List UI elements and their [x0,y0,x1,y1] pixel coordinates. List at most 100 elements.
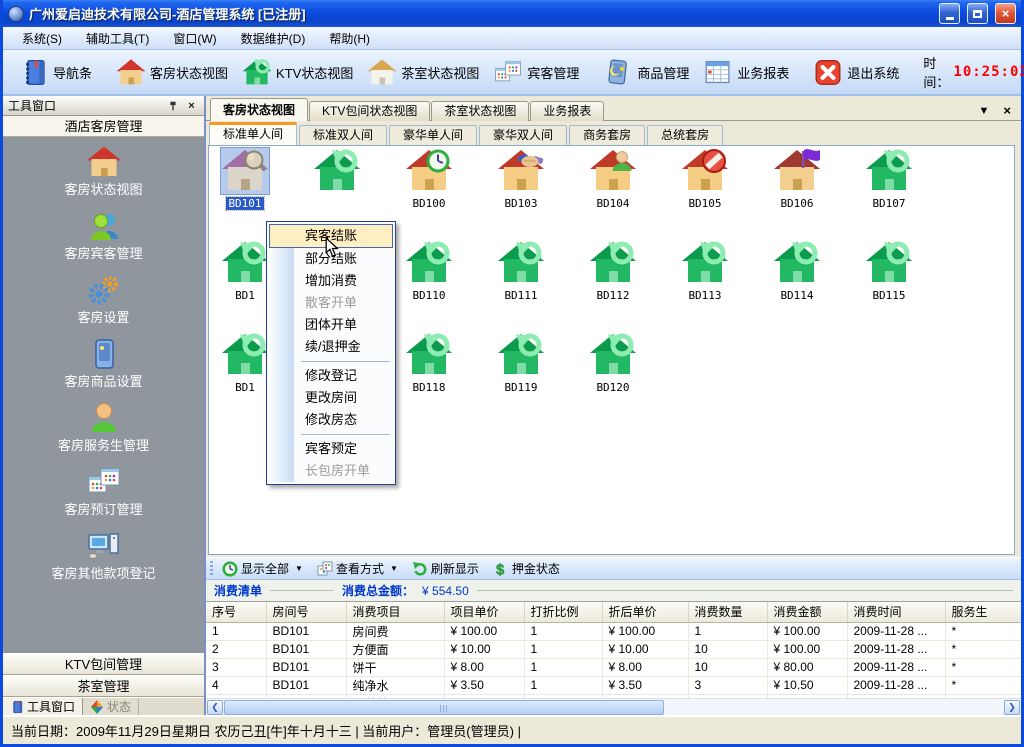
main-toolbar: 导航条 客房状态视图 KTV状态视图 茶室状态视图 宾客管理商品管理业务报表退出系… [3,50,1021,96]
sidebar-close-icon[interactable]: × [184,98,199,113]
sidebar-item[interactable]: 客房设置 [3,273,204,337]
context-menu-item[interactable]: 修改登记 [269,365,393,387]
table-row[interactable]: 3BD101饼干¥ 8.001¥ 8.0010¥ 80.002009-11-28… [206,658,1021,676]
panel-toolbar-button-view-mode[interactable]: 查看方式▼ [312,559,403,578]
room-item[interactable]: BD112 [571,240,655,302]
table-row[interactable]: 2BD101方便面¥ 10.001¥ 10.0010¥ 100.002009-1… [206,640,1021,658]
clock-green-icon [222,561,238,577]
main-tab[interactable]: 业务报表 [530,101,604,121]
toolbar-button-exit-system[interactable]: 退出系统 [807,56,905,89]
toolbar-button-ktv-status-view[interactable]: KTV状态视图 [236,56,359,89]
panel-toolbar-button-show-all[interactable]: 显示全部▼ [217,559,308,578]
menu-item[interactable]: 系统(S) [11,27,73,50]
toolbar-button-label: 宾客管理 [527,63,579,82]
table-header-cell[interactable]: 服务生 [945,602,1021,622]
toolbar-button-nav-bar[interactable]: 导航条 [13,56,98,89]
table-header-cell[interactable]: 折后单价 [602,602,688,622]
main-tab[interactable]: KTV包间状态视图 [309,101,430,121]
table-header-cell[interactable]: 打折比例 [524,602,602,622]
room-type-tab[interactable]: 豪华双人间 [479,125,567,145]
menu-item[interactable]: 窗口(W) [162,27,227,50]
sidebar-section-bar[interactable]: KTV包间管理 [3,653,204,675]
room-item[interactable]: BD100 [387,148,471,210]
room-type-tab[interactable]: 商务套房 [569,125,645,145]
room-item[interactable]: BD114 [755,240,839,302]
consumption-toolbar-grip[interactable] [210,561,213,577]
room-item[interactable]: BD101 [208,148,287,210]
table-cell: 1 [524,676,602,694]
menu-item[interactable]: 数据维护(D) [230,27,317,50]
context-menu-item[interactable]: 宾客预定 [269,438,393,460]
sidebar-item[interactable]: 客房服务生管理 [3,401,204,465]
sidebar-item[interactable]: 客房其他款项登记 [3,529,204,593]
room-item[interactable]: BD113 [663,240,747,302]
context-menu-item[interactable]: 增加消费 [269,270,393,292]
chevron-down-icon[interactable]: ▼ [979,105,990,117]
room-status-icon-vacant [681,240,729,286]
close-button[interactable]: × [995,3,1016,24]
menu-item[interactable]: 帮助(H) [318,27,381,50]
room-label: BD1 [233,289,257,302]
table-header-cell[interactable]: 消费金额 [767,602,847,622]
sidebar-item[interactable]: 客房状态视图 [3,145,204,209]
table-header-cell[interactable]: 项目单价 [444,602,524,622]
menu-item[interactable]: 辅助工具(T) [75,27,160,50]
panel-toolbar-button-refresh-display[interactable]: 刷新显示 [407,559,484,578]
table-header-cell[interactable]: 消费数量 [688,602,767,622]
main-tab[interactable]: 客房状态视图 [210,98,308,121]
context-menu-item[interactable]: 更改房间 [269,387,393,409]
panel-toolbar-button-deposit-status[interactable]: $押金状态 [488,559,565,578]
room-type-tab[interactable]: 豪华单人间 [389,125,477,145]
room-item[interactable]: BD110 [387,240,471,302]
table-cell: 4 [206,676,266,694]
toolbar-button-tea-status-view[interactable]: 茶室状态视图 [361,56,485,89]
room-item[interactable] [295,148,379,197]
table-row[interactable]: 4BD101纯净水¥ 3.501¥ 3.503¥ 10.502009-11-28… [206,676,1021,694]
sidebar-item[interactable]: 客房预订管理 [3,465,204,529]
sidebar-section-bar[interactable]: 茶室管理 [3,675,204,697]
scroll-right-arrow-icon[interactable]: ❯ [1004,700,1020,715]
room-type-tab[interactable]: 标准双人间 [299,125,387,145]
room-item[interactable]: BD120 [571,332,655,394]
room-label: BD115 [870,289,907,302]
toolbar-button-business-report[interactable]: 业务报表 [697,56,795,89]
minimize-button[interactable] [939,3,960,24]
horizontal-scrollbar[interactable]: ❮ ❯ [206,698,1021,715]
room-type-tab[interactable]: 标准单人间 [209,122,297,145]
room-item[interactable]: BD115 [847,240,931,302]
sidebar-bottom-tab[interactable]: 状态 [83,698,139,715]
room-type-tab[interactable]: 总统套房 [647,125,723,145]
table-header-cell[interactable]: 序号 [206,602,266,622]
room-item[interactable]: BD118 [387,332,471,394]
main-tab[interactable]: 茶室状态视图 [431,101,529,121]
room-item[interactable]: BD104 [571,148,655,210]
tab-close-icon[interactable]: × [1003,103,1011,118]
chevron-down-icon[interactable]: ▼ [295,564,303,573]
room-status-icon-vacant [589,240,637,286]
context-menu-item[interactable]: 团体开单 [269,314,393,336]
room-item[interactable]: BD105 [663,148,747,210]
scrollbar-thumb[interactable] [224,700,664,715]
table-header-cell[interactable]: 房间号 [266,602,346,622]
toolbar-button-goods-management[interactable]: 商品管理 [597,56,695,89]
table-row[interactable]: 1BD101房间费¥ 100.001¥ 100.001¥ 100.002009-… [206,622,1021,640]
pin-icon[interactable] [165,98,180,113]
room-item[interactable]: BD107 [847,148,931,210]
context-menu-item[interactable]: 续/退押金 [269,336,393,358]
chevron-down-icon[interactable]: ▼ [390,564,398,573]
table-cell: 2009-11-28 ... [847,658,945,676]
table-header-cell[interactable]: 消费项目 [346,602,444,622]
room-item[interactable]: BD119 [479,332,563,394]
room-item[interactable]: BD106 [755,148,839,210]
scroll-left-arrow-icon[interactable]: ❮ [207,700,223,715]
context-menu-item[interactable]: 修改房态 [269,409,393,431]
sidebar-bottom-tab[interactable]: 工具窗口 [3,698,83,715]
sidebar-item[interactable]: 客房宾客管理 [3,209,204,273]
sidebar-item[interactable]: 客房商品设置 [3,337,204,401]
toolbar-button-room-status-view[interactable]: 客房状态视图 [110,56,234,89]
toolbar-button-guest-management[interactable]: 宾客管理 [487,56,585,89]
room-item[interactable]: BD103 [479,148,563,210]
room-item[interactable]: BD111 [479,240,563,302]
maximize-button[interactable] [967,3,988,24]
table-header-cell[interactable]: 消费时间 [847,602,945,622]
